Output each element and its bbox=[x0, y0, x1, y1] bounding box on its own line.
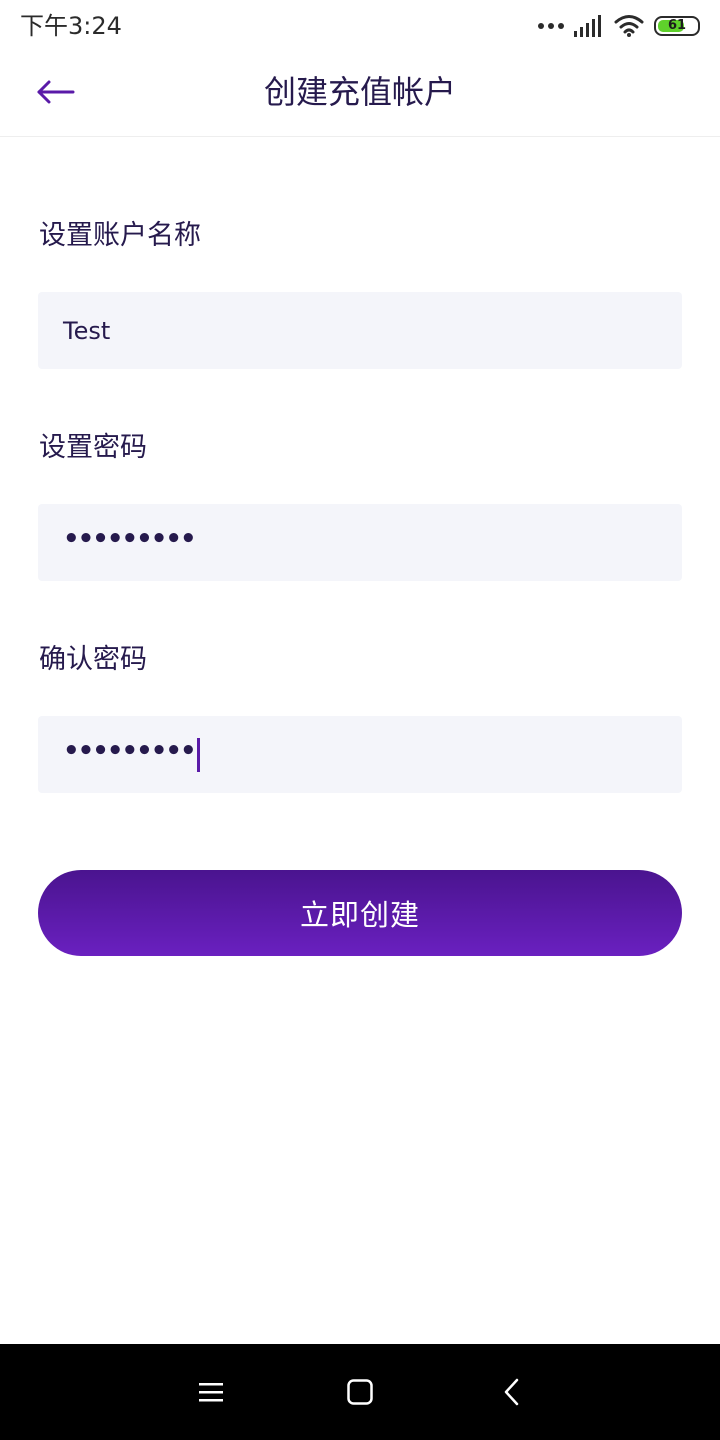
nav-home-button[interactable] bbox=[336, 1368, 384, 1416]
create-now-button[interactable]: 立即创建 bbox=[38, 870, 682, 956]
menu-icon bbox=[199, 1383, 223, 1402]
account-name-label: 设置账户名称 bbox=[39, 220, 201, 251]
wifi-icon bbox=[614, 15, 644, 37]
password-label: 设置密码 bbox=[39, 432, 147, 463]
status-icons: 61 bbox=[538, 12, 700, 40]
confirm-password-input[interactable]: ••••••••• bbox=[38, 716, 682, 793]
page-title: 创建充值帐户 bbox=[263, 73, 456, 111]
header: 创建充值帐户 bbox=[0, 52, 720, 137]
chevron-left-icon bbox=[504, 1378, 519, 1406]
status-bar: 下午3:24 61 bbox=[0, 0, 720, 52]
battery-icon: 61 bbox=[654, 16, 700, 36]
confirm-password-value: ••••••••• bbox=[63, 735, 197, 766]
account-name-input[interactable]: Test bbox=[38, 292, 682, 369]
password-value: ••••••••• bbox=[63, 523, 197, 554]
account-name-value: Test bbox=[63, 316, 111, 345]
home-square-icon bbox=[347, 1379, 373, 1405]
confirm-password-label: 确认密码 bbox=[39, 644, 147, 675]
nav-back-button[interactable] bbox=[488, 1368, 536, 1416]
status-time: 下午3:24 bbox=[20, 12, 122, 40]
text-caret bbox=[196, 737, 200, 772]
battery-level: 61 bbox=[667, 18, 687, 33]
system-nav-bar bbox=[0, 1344, 720, 1440]
password-input[interactable]: ••••••••• bbox=[38, 504, 682, 581]
signal-icon bbox=[574, 15, 601, 37]
nav-menu-button[interactable] bbox=[187, 1368, 235, 1416]
more-dots-icon bbox=[538, 23, 564, 29]
